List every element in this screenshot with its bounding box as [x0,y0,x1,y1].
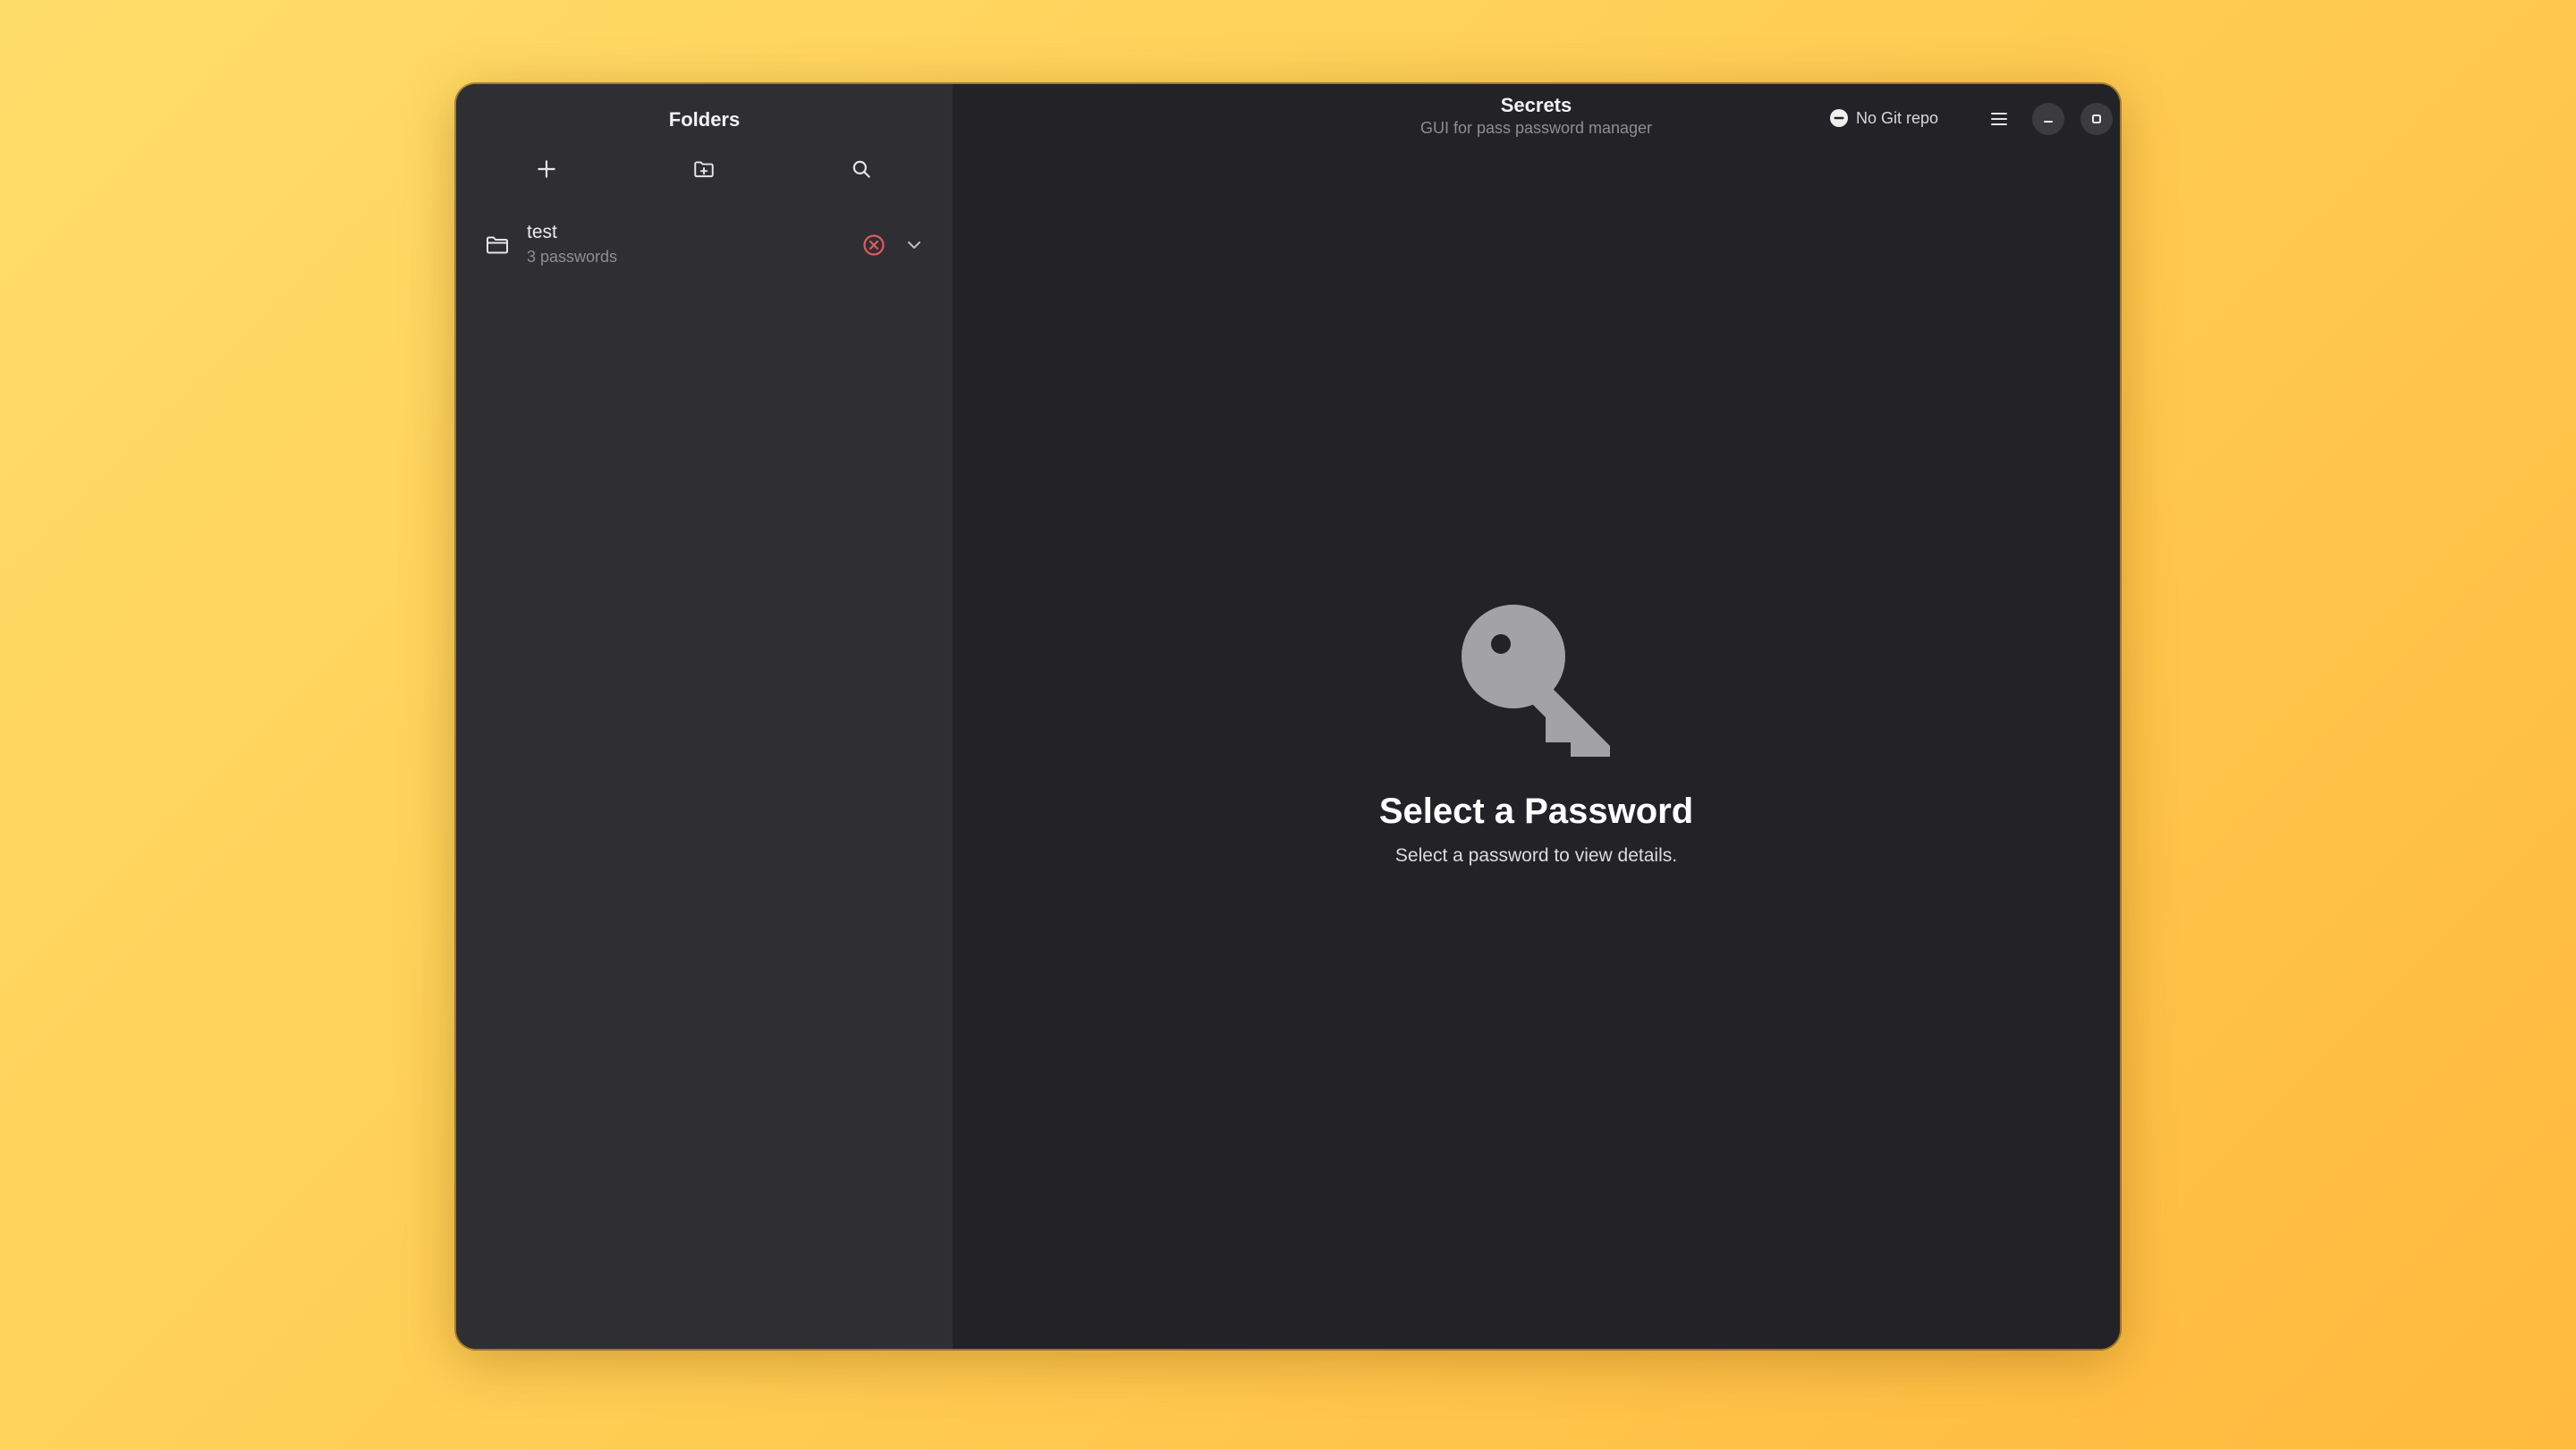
minus-circle-icon [1830,109,1848,127]
sidebar-toolbar [456,150,953,188]
chevron-down-icon[interactable] [903,234,925,256]
key-icon [1461,605,1610,757]
content-pane: Secrets GUI for pass password manager No… [953,84,2120,1349]
status-description: Select a password to view details. [1394,845,1678,866]
search-icon [852,160,870,178]
search-button[interactable] [843,150,880,188]
maximize-icon [2092,114,2101,123]
main-menu-button[interactable] [1983,103,2015,135]
add-password-button[interactable] [528,150,565,188]
plus-icon [538,160,555,178]
minimize-icon [2044,121,2053,123]
folder-name: test [527,222,557,242]
app-window: Folders test 3 passwords Secrets GUI for… [456,84,2120,1349]
status-title: Select a Password [1378,792,1694,831]
git-status-label: No Git repo [1856,108,1939,127]
error-circle-icon[interactable] [861,233,886,258]
git-status-button[interactable]: No Git repo [1820,102,1947,134]
sidebar: Folders test 3 passwords [456,84,953,1349]
folder-item-test[interactable]: test 3 passwords [469,216,940,274]
empty-state: Select a Password Select a password to v… [953,603,2120,869]
maximize-button[interactable] [2080,103,2113,135]
folder-icon [487,236,508,254]
new-folder-button[interactable] [685,150,723,188]
folder-password-count: 3 passwords [527,248,618,266]
hamburger-menu-icon [1991,113,2007,125]
minimize-button[interactable] [2032,103,2064,135]
folder-new-icon [694,161,714,178]
sidebar-title: Folders [668,108,741,131]
